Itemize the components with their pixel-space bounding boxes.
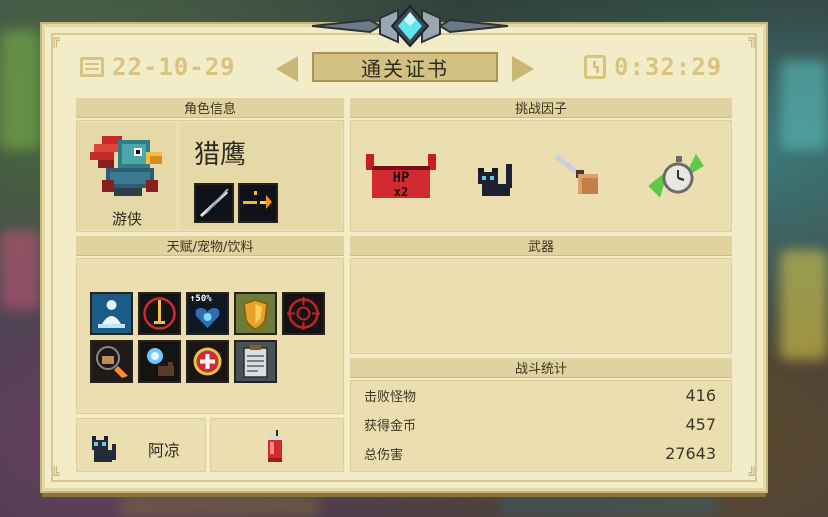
talent-slot[interactable] bbox=[234, 292, 277, 335]
gun-muzzle-icon bbox=[243, 191, 272, 209]
red-drink-cup-icon bbox=[268, 430, 282, 462]
talent-slot[interactable] bbox=[186, 340, 229, 383]
date-text: 22-10-29 bbox=[112, 53, 236, 81]
black-cat-pet-icon bbox=[92, 436, 116, 462]
character-section-header: 角色信息 bbox=[76, 98, 344, 118]
gold-shield-icon bbox=[236, 294, 275, 333]
stat-row-kills: 击败怪物 416 bbox=[350, 382, 730, 409]
talent-slot[interactable] bbox=[138, 340, 181, 383]
svg-text:x2: x2 bbox=[394, 185, 408, 199]
stat-label: 总伤害 bbox=[364, 448, 404, 463]
clipboard-icon bbox=[236, 342, 275, 381]
ribbon-tail-left bbox=[276, 56, 298, 82]
character-class-name: 游侠 bbox=[111, 210, 142, 228]
skill-slot[interactable] bbox=[194, 183, 234, 223]
meditating-figure-icon bbox=[92, 294, 131, 333]
time-display: 0:32:29 bbox=[584, 53, 723, 81]
corner-ornament: ╝ bbox=[748, 467, 757, 483]
talent-slot[interactable] bbox=[234, 340, 277, 383]
talents-section-header: 天赋/宠物/饮料 bbox=[76, 236, 344, 256]
weapons-box bbox=[350, 258, 732, 354]
talent-slot[interactable] bbox=[282, 292, 325, 335]
time-text: 0:32:29 bbox=[614, 53, 723, 81]
title-ribbon: 通关证书 bbox=[276, 52, 534, 84]
stat-value: 27643 bbox=[665, 444, 716, 463]
stat-row-gold: 获得金币 457 bbox=[350, 411, 730, 438]
calendar-icon bbox=[80, 57, 104, 77]
hp-x2-demon-icon[interactable]: HP x2 bbox=[366, 150, 436, 202]
stat-value: 416 bbox=[685, 386, 716, 405]
green-stopwatch-icon[interactable] bbox=[648, 150, 704, 202]
svg-text:HP: HP bbox=[393, 170, 410, 186]
talent-slot[interactable]: ↑50% bbox=[186, 292, 229, 335]
timer-icon bbox=[584, 55, 606, 79]
ribbon-tail-right bbox=[512, 56, 534, 82]
blade-slash-icon bbox=[200, 188, 229, 217]
falcon-ranger-portrait-icon bbox=[90, 136, 162, 196]
black-cat-icon[interactable] bbox=[470, 152, 518, 200]
date-display: 22-10-29 bbox=[80, 53, 236, 81]
red-heart-plus-icon bbox=[188, 342, 227, 381]
stat-row-damage: 总伤害 27643 bbox=[350, 440, 730, 467]
challenge-section-header: 挑战因子 bbox=[350, 98, 732, 118]
stat-value: 457 bbox=[685, 415, 716, 434]
crosshair-icon bbox=[284, 294, 323, 333]
knife-hand-icon[interactable] bbox=[554, 150, 604, 202]
stat-label: 获得金币 bbox=[364, 419, 417, 434]
character-skin-name: 猎鹰 bbox=[194, 140, 247, 170]
weapons-section-header: 武器 bbox=[350, 236, 732, 256]
talent-slot[interactable] bbox=[138, 292, 181, 335]
talent-slot[interactable] bbox=[90, 292, 133, 335]
pet-name: 阿凉 bbox=[148, 441, 181, 460]
hand-fireball-icon bbox=[92, 342, 131, 381]
certificate-title: 通关证书 bbox=[312, 52, 498, 82]
energy-orb-icon bbox=[140, 342, 179, 381]
corner-ornament: ╚ bbox=[51, 467, 60, 483]
talent-slot[interactable] bbox=[90, 340, 133, 383]
talent-badge-text: ↑50% bbox=[190, 294, 212, 304]
gem-ornament-icon bbox=[311, 4, 509, 48]
corner-ornament: ╔ bbox=[51, 32, 60, 48]
skill-slot[interactable] bbox=[238, 183, 278, 223]
stat-label: 击败怪物 bbox=[364, 390, 417, 405]
sword-target-icon bbox=[140, 294, 179, 333]
stats-section-header: 战斗统计 bbox=[350, 358, 732, 378]
corner-ornament: ╗ bbox=[748, 32, 757, 48]
